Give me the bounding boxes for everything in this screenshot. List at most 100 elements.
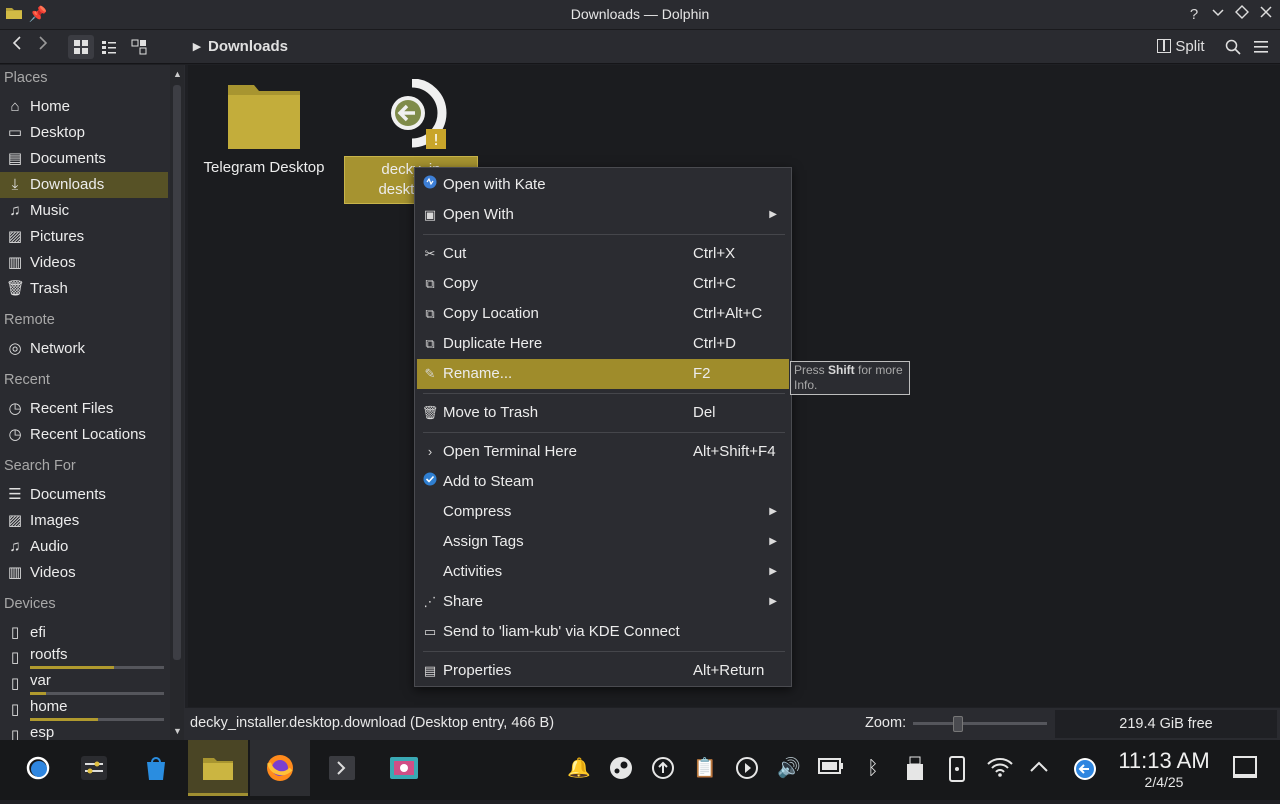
compact-view-icon[interactable] [96,35,122,59]
menu-item-open-terminal-here[interactable]: › Open Terminal Here Alt+Shift+F4 [417,437,789,467]
sidebar-item-efi[interactable]: ▯ efi [0,620,168,646]
sidebar-item-home[interactable]: ⌂ Home [0,94,168,120]
sidebar-item-recent-locations[interactable]: ◷ Recent Locations [0,422,168,448]
updates-icon[interactable] [650,756,676,782]
show-desktop-icon[interactable] [1232,756,1258,782]
scroll-up-icon[interactable]: ▲ [173,69,182,79]
spectacle-icon[interactable] [374,740,434,796]
sidebar-scroll-thumb[interactable] [173,85,181,660]
details-view-icon[interactable] [126,35,152,59]
share-icon: ⋰ [423,594,437,609]
clock-time[interactable]: 11:13 AM [1110,748,1218,774]
device-icon[interactable] [944,756,970,782]
discover-store-icon[interactable] [126,740,186,796]
breadcrumb-arrow-icon[interactable]: ▶ [190,35,204,59]
menu-separator [423,651,785,652]
title-bar: 📌 Downloads — Dolphin ? [0,0,1280,30]
search-icon[interactable] [1222,35,1244,59]
menu-item-copy[interactable]: ⧉ Copy Ctrl+C [417,269,789,299]
scroll-down-icon[interactable]: ▼ [173,726,182,736]
sidebar-item-trash[interactable]: 🗑 Trash [0,276,168,302]
clipboard-icon[interactable]: 📋 [692,756,718,782]
hamburger-menu-icon[interactable] [1250,35,1272,59]
split-button[interactable]: Split [1152,35,1210,59]
bluetooth-icon[interactable]: ᛒ [860,756,886,782]
cut-icon: ✂ [424,246,436,261]
sidebar-item-recent-files[interactable]: ◷ Recent Files [0,396,168,422]
menu-separator [423,432,785,433]
konsole-icon[interactable] [312,740,372,796]
sidebar-item-music[interactable]: ♫ Music [0,198,168,224]
menu-separator [423,393,785,394]
sidebar-item-desktop[interactable]: ▭ Desktop [0,120,168,146]
expand-tray-icon[interactable] [1026,756,1052,782]
submenu-arrow-icon: ▶ [769,566,777,577]
menu-item-open-with-kate[interactable]: Open with Kate [417,170,789,200]
sidebar-scrollbar[interactable]: ▲ ▼ [170,65,184,740]
system-settings-icon[interactable] [64,740,124,796]
menu-item-add-to-steam[interactable]: Add to Steam [417,467,789,497]
sidebar-item-search-documents[interactable]: ☰ Documents [0,482,168,508]
sidebar-item-search-images[interactable]: ▨ Images [0,508,168,534]
back-icon[interactable] [6,35,28,59]
videos-icon: ▥ [7,564,23,581]
recent-files-icon: ◷ [8,400,22,417]
menu-item-copy-location[interactable]: ⧉ Copy Location Ctrl+Alt+C [417,299,789,329]
zoom-slider-handle[interactable] [953,716,963,732]
sidebar-item-downloads[interactable]: ⤓ Downloads [0,172,168,198]
folder-icon [228,85,300,149]
sidebar-item-network[interactable]: ◎ Network [0,336,168,362]
copy-location-icon: ⧉ [425,306,435,321]
network-icon: ◎ [8,340,22,357]
sidebar-item-search-videos[interactable]: ▥ Videos [0,560,168,586]
menu-item-rename[interactable]: ✎ Rename... F2 [417,359,789,389]
menu-item-properties[interactable]: ▤ Properties Alt+Return [417,656,789,686]
menu-item-activities[interactable]: Activities ▶ [417,557,789,587]
minimize-icon[interactable] [1208,5,1228,25]
sidebar-item-videos[interactable]: ▥ Videos [0,250,168,276]
videos-icon: ▥ [7,254,23,271]
menu-item-open-with[interactable]: ▣ Open With ▶ [417,200,789,230]
help-icon[interactable]: ? [1184,5,1204,25]
firefox-icon[interactable] [250,740,310,796]
submenu-arrow-icon: ▶ [769,209,777,220]
clock-date[interactable]: 2/4/25 [1110,774,1218,790]
decky-tray-icon[interactable] [1072,756,1098,782]
download-icon: ⤓ [11,176,19,193]
file-item-telegram-desktop[interactable]: Telegram Desktop [198,79,330,176]
sidebar-item-search-audio[interactable]: ♫ Audio [0,534,168,560]
notifications-icon[interactable]: 🔔 [566,756,592,782]
menu-item-share[interactable]: ⋰ Share ▶ [417,587,789,617]
sidebar-item-esp[interactable]: ▯ esp [0,723,168,740]
menu-item-kde-connect[interactable]: ▭ Send to 'liam-kub' via KDE Connect [417,617,789,647]
steam-check-icon [421,467,439,497]
usb-drive-icon[interactable] [902,756,928,782]
battery-icon[interactable] [818,756,844,782]
drive-icon: ▯ [10,675,20,692]
section-search-for: Search For [4,458,76,474]
forward-icon[interactable] [32,35,54,59]
breadcrumb-current[interactable]: Downloads [208,35,288,59]
menu-item-cut[interactable]: ✂ Cut Ctrl+X [417,239,789,269]
sidebar-item-pictures[interactable]: ▨ Pictures [0,224,168,250]
free-space-bar[interactable]: 219.4 GiB free [1055,710,1277,738]
steam-tray-icon[interactable] [608,756,634,782]
icons-view-icon[interactable] [68,35,94,59]
close-icon[interactable] [1256,5,1276,25]
menu-item-move-to-trash[interactable]: 🗑 Move to Trash Del [417,398,789,428]
menu-item-compress[interactable]: Compress ▶ [417,497,789,527]
status-bar: decky_installer.desktop.download (Deskto… [185,708,1280,740]
maximize-icon[interactable] [1232,5,1252,25]
media-player-icon[interactable] [734,756,760,782]
zoom-slider[interactable] [913,716,1047,732]
wifi-icon[interactable] [986,756,1013,782]
documents-icon: ▤ [7,150,23,167]
section-devices: Devices [4,596,56,612]
menu-item-assign-tags[interactable]: Assign Tags ▶ [417,527,789,557]
dolphin-taskbar-icon[interactable] [188,740,248,796]
volume-icon[interactable]: 🔊 [776,756,802,782]
sidebar-item-documents[interactable]: ▤ Documents [0,146,168,172]
images-icon: ▨ [7,512,23,529]
steamos-launcher-icon[interactable] [8,740,68,796]
menu-item-duplicate-here[interactable]: ⧉ Duplicate Here Ctrl+D [417,329,789,359]
